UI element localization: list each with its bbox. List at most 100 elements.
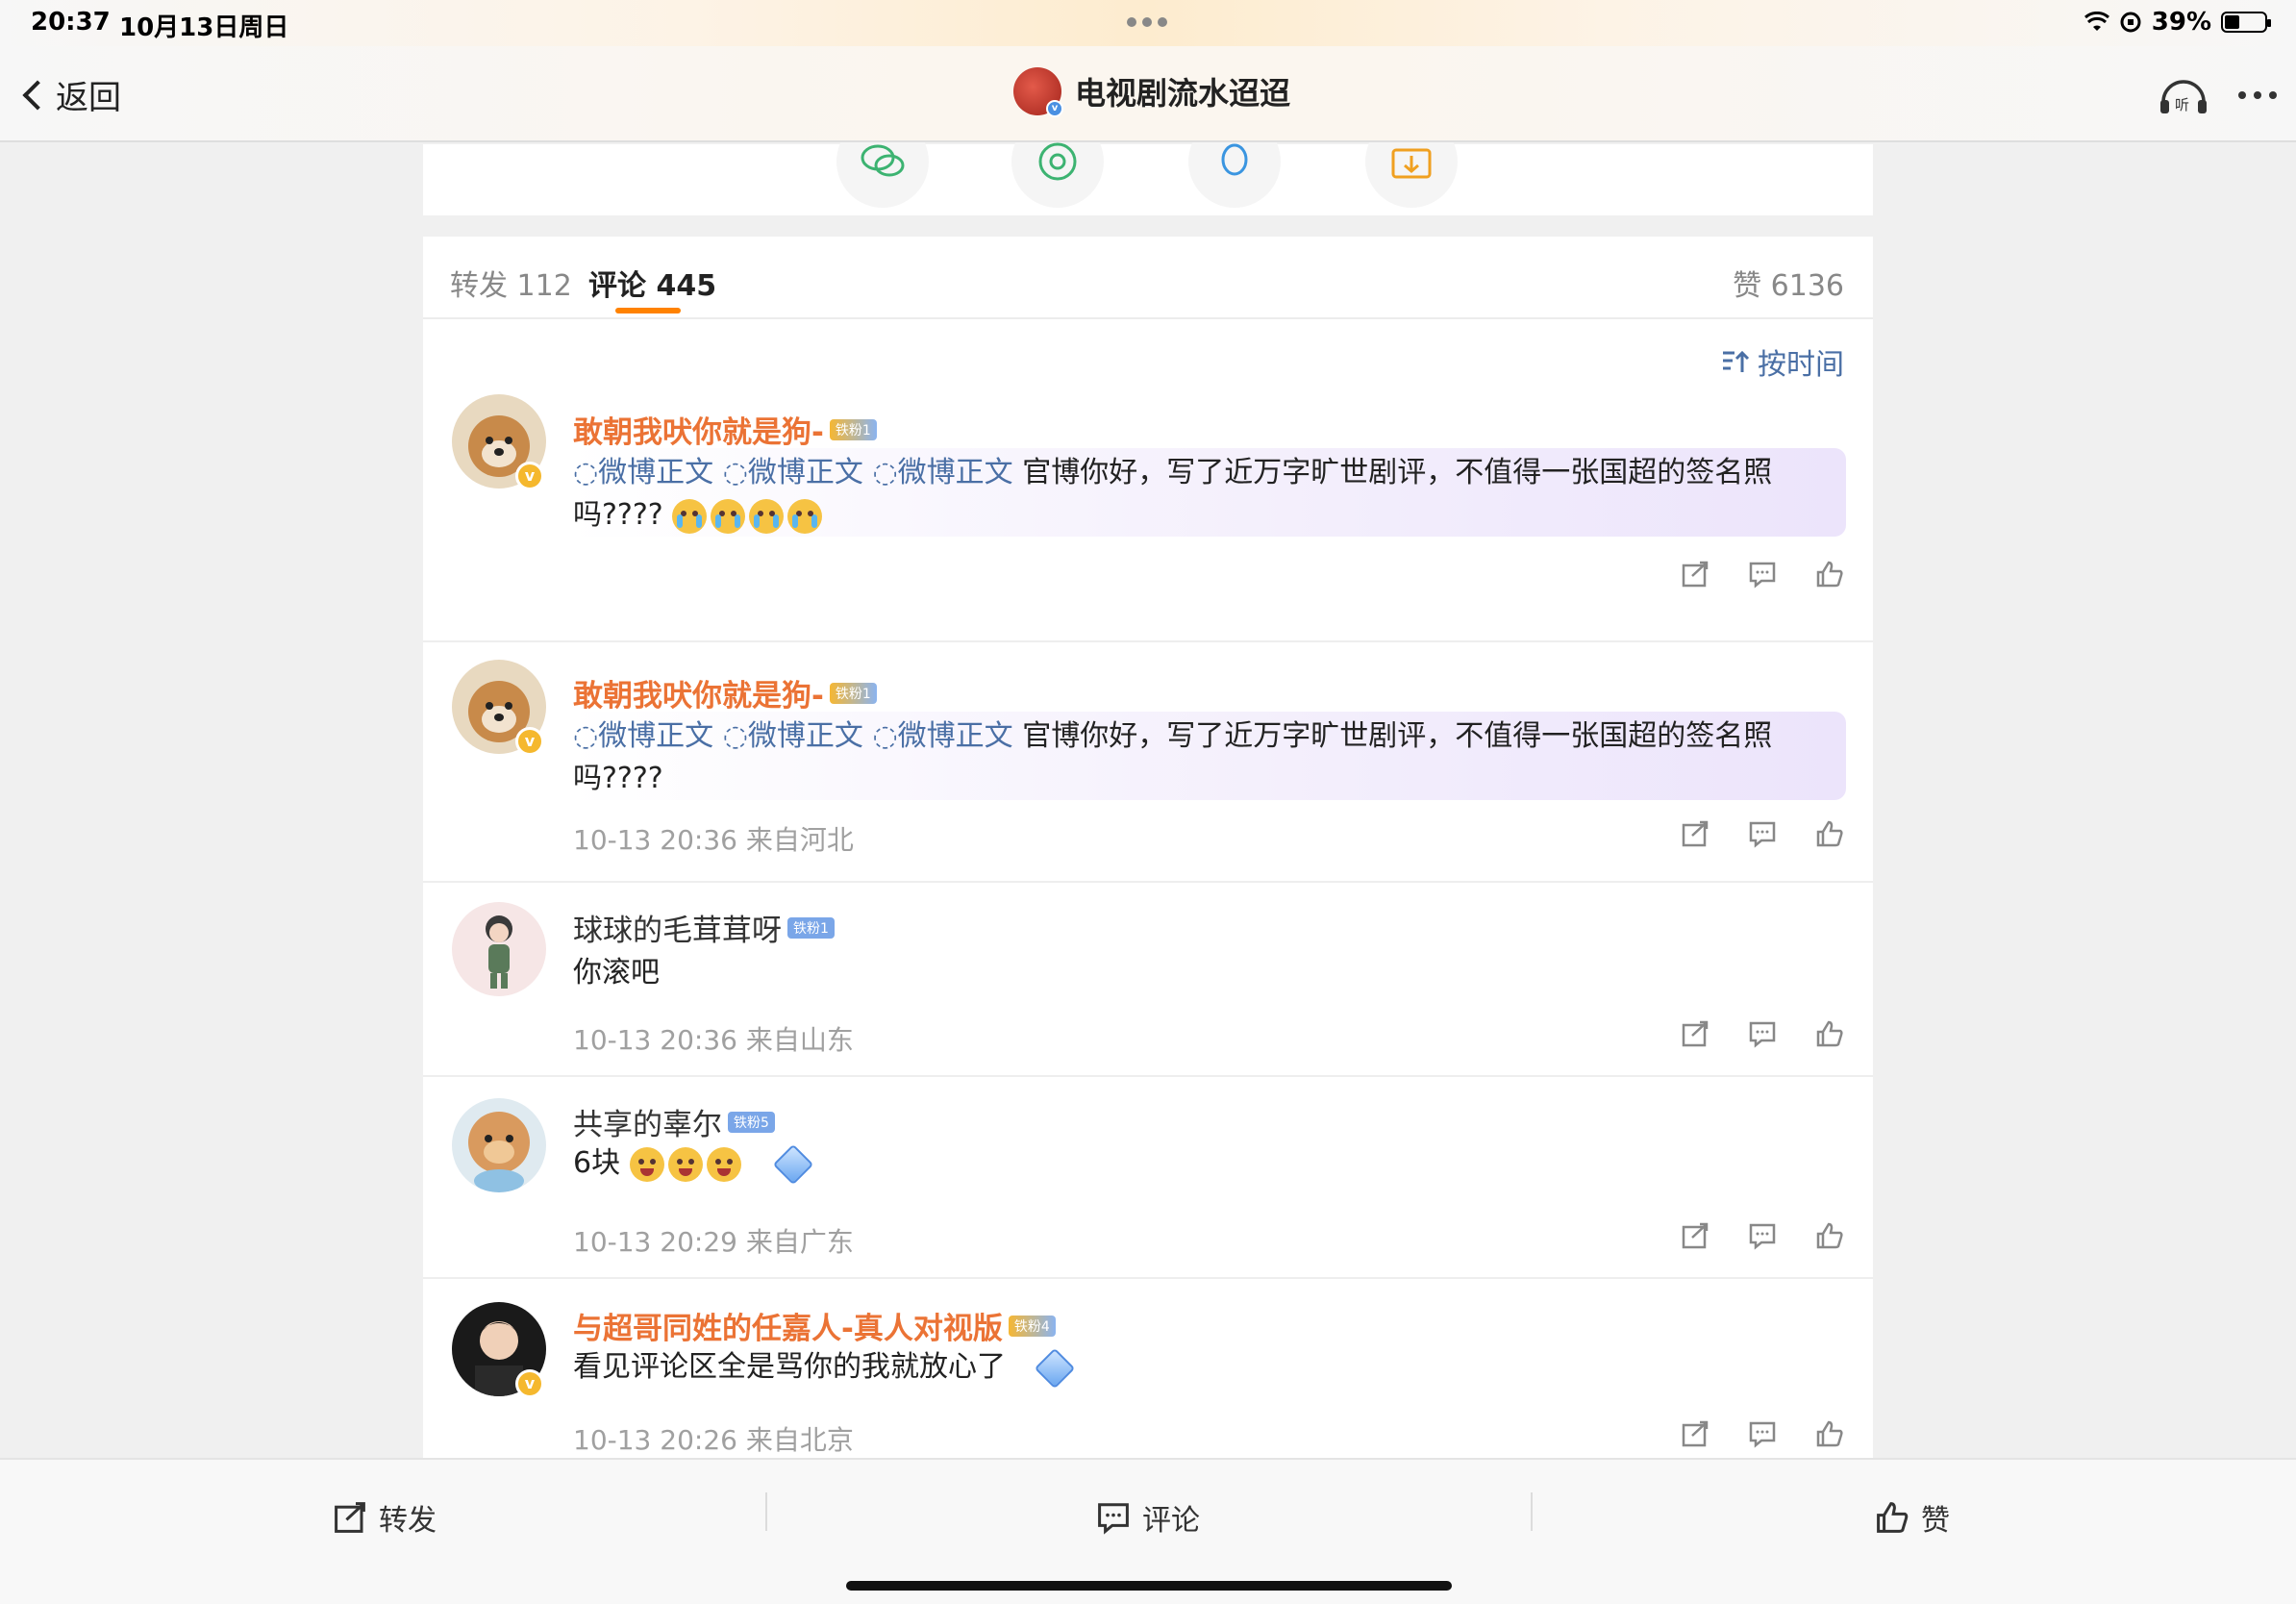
- fan-badge: 铁粉1: [829, 418, 877, 440]
- diamond-sticker-icon: [772, 1143, 814, 1185]
- comment-author[interactable]: 敢朝我吠你就是狗- 铁粉1: [573, 408, 877, 451]
- repost-icon: [335, 1502, 365, 1533]
- repost-label: 转发: [379, 1504, 437, 1538]
- more-options-icon[interactable]: [2238, 91, 2277, 99]
- crying-emoji-icon: [749, 498, 785, 534]
- back-button[interactable]: 返回: [19, 71, 121, 118]
- repost-icon[interactable]: [1681, 819, 1710, 848]
- comment-meta: 10-13 20:29 来自广东: [573, 1226, 854, 1258]
- divider: [1531, 1492, 1533, 1531]
- status-bar: 20:37 10月13日周日 39%: [0, 0, 2296, 46]
- weibo-post-link[interactable]: ◌微博正文: [723, 719, 863, 753]
- comment-meta: 10-13 20:26 来自北京: [573, 1424, 854, 1456]
- share-card: [423, 115, 1873, 215]
- sort-by-time-button[interactable]: 按时间: [1721, 340, 1844, 383]
- tab-comment[interactable]: 评论 445: [588, 262, 716, 304]
- fan-badge: 铁粉5: [728, 1111, 775, 1133]
- reply-icon[interactable]: [1748, 1019, 1777, 1048]
- comment-author[interactable]: 与超哥同姓的任嘉人-真人对视版 铁粉4: [573, 1304, 1056, 1347]
- comment-item: 共享的辜尔 铁粉5 6块 10-13 20:29 来自广东: [423, 1077, 1873, 1279]
- comment-actions: [1681, 1019, 1844, 1048]
- comment-meta: 10-13 20:36 来自山东: [573, 1024, 854, 1056]
- svg-text:听: 听: [2175, 96, 2189, 113]
- laughing-emoji-icon: [706, 1146, 741, 1182]
- comment-text: ◌微博正文 ◌微博正文 ◌微博正文 官博你好，写了近万字旷世剧评，不值得一张国超…: [573, 719, 1773, 795]
- weibo-post-link[interactable]: ◌微博正文: [872, 456, 1012, 489]
- listen-headphones-icon[interactable]: 听: [2158, 73, 2209, 117]
- verified-icon: v: [1046, 100, 1063, 117]
- like-button[interactable]: 赞: [1875, 1496, 1950, 1539]
- comment-button[interactable]: 评论: [1096, 1496, 1200, 1539]
- comments-card: 转发 112 评论 445 赞 6136 按时间 v 敢朝我吠你就是狗- 铁粉1…: [423, 237, 1873, 1458]
- like-icon[interactable]: [1815, 1221, 1844, 1250]
- reply-icon[interactable]: [1748, 1419, 1777, 1448]
- back-label: 返回: [56, 79, 121, 117]
- comment-actions: [1681, 560, 1844, 589]
- comment-actions: [1681, 1221, 1844, 1250]
- status-indicators: 39%: [2084, 8, 2271, 37]
- reply-icon[interactable]: [1748, 1221, 1777, 1250]
- tab-like[interactable]: 赞 6136: [1733, 262, 1844, 304]
- verified-badge-icon: v: [515, 727, 544, 756]
- comment-text: 看见评论区全是骂你的我就放心了: [573, 1346, 1075, 1389]
- comment-author[interactable]: 共享的辜尔 铁粉5: [573, 1100, 775, 1143]
- weibo-post-link[interactable]: ◌微博正文: [573, 456, 713, 489]
- repost-icon[interactable]: [1681, 1019, 1710, 1048]
- avatar[interactable]: [452, 902, 546, 996]
- weibo-post-link[interactable]: ◌微博正文: [872, 719, 1012, 753]
- orientation-lock-icon: [2120, 12, 2141, 33]
- comment-meta: 10-13 20:36 来自河北: [573, 824, 854, 856]
- status-time: 20:37: [31, 8, 111, 37]
- comment-icon: [1098, 1503, 1129, 1535]
- battery-icon: [2221, 12, 2271, 33]
- sort-row: 按时间: [423, 319, 1873, 398]
- like-icon[interactable]: [1815, 560, 1844, 589]
- verified-badge-icon: v: [515, 1369, 544, 1398]
- status-date: 10月13日周日: [119, 13, 289, 42]
- tab-repost[interactable]: 转发 112: [450, 262, 572, 304]
- repost-button[interactable]: 转发: [333, 1496, 437, 1539]
- multitask-dots-icon[interactable]: [1127, 17, 1167, 27]
- crying-emoji-icon: [711, 498, 746, 534]
- comment-text: 你滚吧: [573, 956, 660, 990]
- tab-active-indicator: [615, 308, 681, 313]
- page-title: 电视剧流水迢迢: [1075, 75, 1291, 112]
- verified-badge-icon: v: [515, 462, 544, 490]
- comment-text: 6块: [573, 1142, 814, 1185]
- fan-badge: 铁粉1: [829, 682, 877, 704]
- sort-icon: [1723, 350, 1750, 372]
- sort-label: 按时间: [1758, 348, 1844, 382]
- repost-icon[interactable]: [1681, 1419, 1710, 1448]
- crying-emoji-icon: [672, 498, 708, 534]
- reply-icon[interactable]: [1748, 819, 1777, 848]
- comment-author[interactable]: 球球的毛茸茸呀 铁粉1: [573, 906, 835, 949]
- comment-actions: [1681, 819, 1844, 848]
- fan-badge: 铁粉1: [787, 916, 835, 939]
- laughing-emoji-icon: [629, 1146, 664, 1182]
- chevron-left-icon: [22, 79, 53, 111]
- tab-bar: 转发 112 评论 445 赞 6136: [423, 237, 1873, 319]
- like-icon: [1877, 1502, 1909, 1533]
- reply-icon[interactable]: [1748, 560, 1777, 589]
- home-indicator[interactable]: [846, 1581, 1452, 1591]
- like-label: 赞: [1921, 1504, 1950, 1538]
- comment-text: ◌微博正文 ◌微博正文 ◌微博正文 官博你好，写了近万字旷世剧评，不值得一张国超…: [573, 456, 1773, 534]
- like-icon[interactable]: [1815, 1419, 1844, 1448]
- comment-item: v 敢朝我吠你就是狗- 铁粉1 ◌微博正文 ◌微博正文 ◌微博正文 官博你好，写…: [423, 394, 1873, 642]
- account-title[interactable]: v 电视剧流水迢迢: [1013, 67, 1291, 117]
- weibo-post-link[interactable]: ◌微博正文: [723, 456, 863, 489]
- weibo-post-link[interactable]: ◌微博正文: [573, 719, 713, 753]
- divider: [765, 1492, 767, 1531]
- like-icon[interactable]: [1815, 819, 1844, 848]
- avatar[interactable]: [452, 1098, 546, 1192]
- comment-author[interactable]: 敢朝我吠你就是狗- 铁粉1: [573, 671, 877, 714]
- account-avatar: v: [1013, 67, 1063, 117]
- repost-icon[interactable]: [1681, 1221, 1710, 1250]
- like-icon[interactable]: [1815, 1019, 1844, 1048]
- nav-bar: 返回 v 电视剧流水迢迢 听: [0, 46, 2296, 142]
- repost-icon[interactable]: [1681, 560, 1710, 589]
- crying-emoji-icon: [787, 498, 823, 534]
- comment-item: v 与超哥同姓的任嘉人-真人对视版 铁粉4 看见评论区全是骂你的我就放心了 10…: [423, 1279, 1873, 1458]
- comment-label: 评论: [1142, 1504, 1200, 1538]
- laughing-emoji-icon: [667, 1146, 703, 1182]
